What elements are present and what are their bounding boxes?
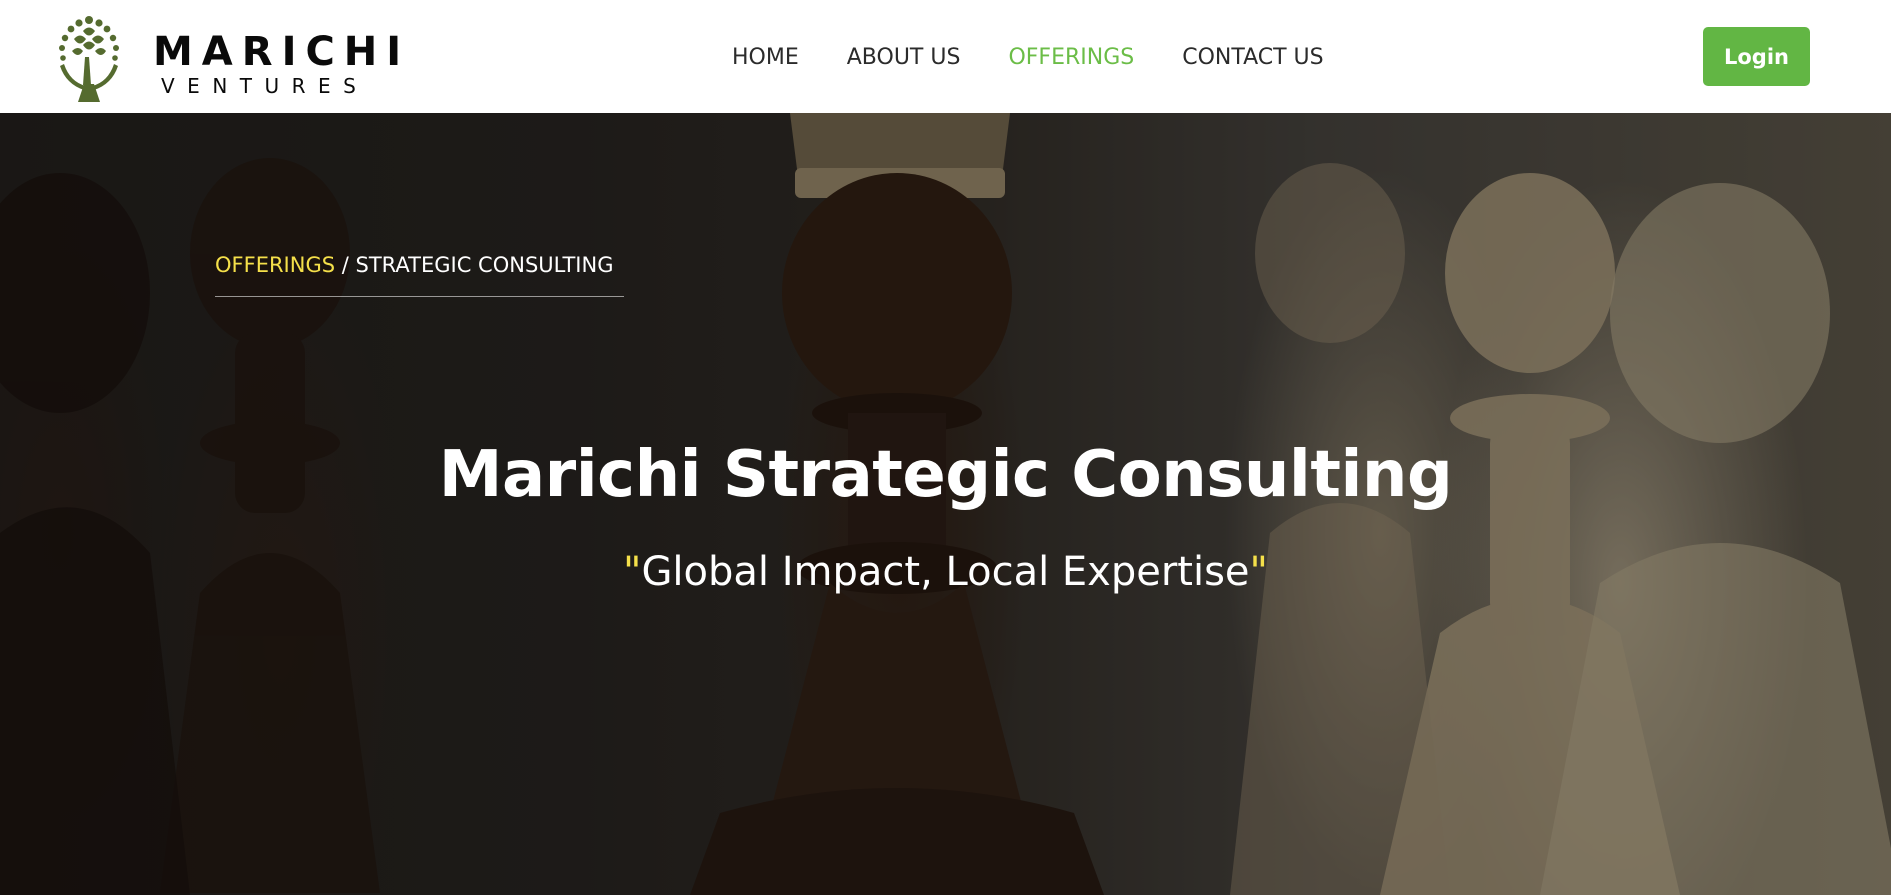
brand-name: MARICHI xyxy=(153,29,411,75)
nav-home[interactable]: HOME xyxy=(732,41,799,75)
breadcrumb: OFFERINGS / STRATEGIC CONSULTING xyxy=(215,251,624,297)
nav-offerings[interactable]: OFFERINGS xyxy=(1008,41,1134,75)
breadcrumb-separator: / xyxy=(341,253,349,277)
nav-about-us[interactable]: ABOUT US xyxy=(847,41,961,75)
brand-subtitle: VENTURES xyxy=(161,74,369,98)
page-title: Marichi Strategic Consulting xyxy=(438,438,1453,512)
site-header: MARICHI VENTURES HOME ABOUT US OFFERINGS… xyxy=(0,0,1891,113)
nav-contact-us[interactable]: CONTACT US xyxy=(1182,41,1323,75)
brand-logo[interactable]: MARICHI VENTURES xyxy=(52,12,401,102)
tagline-text: Global Impact, Local Expertise xyxy=(641,549,1250,595)
main-nav: HOME ABOUT US OFFERINGS CONTACT US xyxy=(732,41,1372,75)
breadcrumb-offerings-link[interactable]: OFFERINGS xyxy=(215,253,335,277)
hero-banner: OFFERINGS / STRATEGIC CONSULTING Marichi… xyxy=(0,113,1891,895)
login-button[interactable]: Login xyxy=(1703,27,1810,86)
tree-hands-icon xyxy=(59,16,119,102)
breadcrumb-current: STRATEGIC CONSULTING xyxy=(355,253,614,277)
open-quote: " xyxy=(623,549,642,595)
hero-tagline: "Global Impact, Local Expertise" xyxy=(0,546,1891,598)
close-quote: " xyxy=(1249,549,1268,595)
